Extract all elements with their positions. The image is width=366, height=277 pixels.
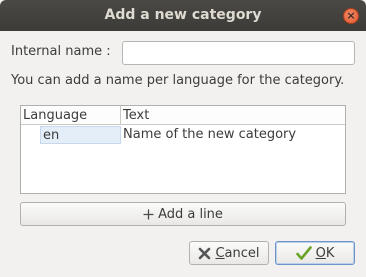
title-bar[interactable]: Add a new category ×: [0, 0, 366, 31]
language-cell[interactable]: en: [40, 126, 121, 144]
ok-label: OK: [315, 245, 335, 261]
x-icon: [198, 247, 211, 260]
close-icon: ×: [346, 9, 356, 22]
internal-name-input[interactable]: [122, 41, 355, 65]
add-line-label: Add a line: [158, 206, 223, 222]
add-line-button[interactable]: Add a line: [20, 202, 346, 226]
column-header-language[interactable]: Language: [21, 106, 121, 125]
cancel-button[interactable]: Cancel: [189, 241, 269, 265]
internal-name-label: Internal name :: [11, 44, 111, 59]
checkmark-icon: [295, 245, 312, 261]
dialog-window: Add a new category × Internal name : You…: [0, 0, 366, 277]
close-button[interactable]: ×: [343, 8, 359, 24]
cancel-label: Cancel: [215, 245, 260, 261]
ok-button[interactable]: OK: [275, 241, 355, 265]
dialog-title: Add a new category: [104, 7, 262, 23]
language-hint-text: You can add a name per language for the …: [11, 73, 345, 88]
plus-icon: [143, 209, 154, 220]
text-cell[interactable]: Name of the new category: [123, 126, 343, 144]
column-header-text[interactable]: Text: [121, 106, 345, 125]
translations-table[interactable]: Language Text en Name of the new categor…: [20, 105, 346, 194]
